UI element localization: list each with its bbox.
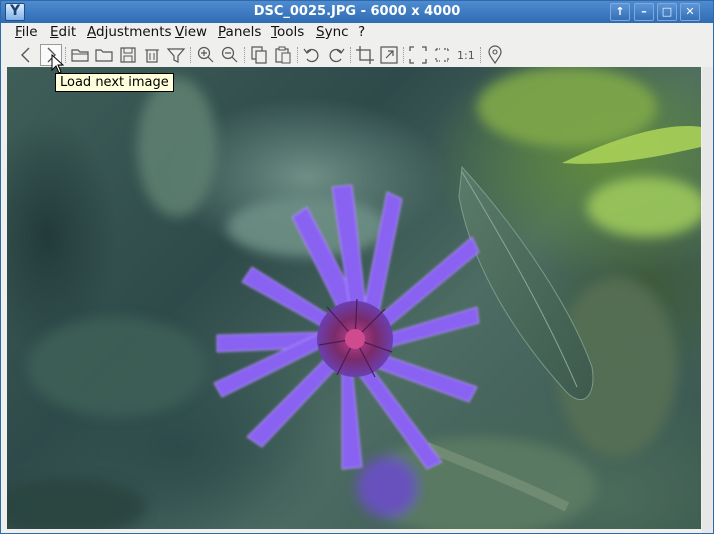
previous-image-icon[interactable] <box>15 44 37 66</box>
toolbar-separator <box>403 47 405 63</box>
save-icon[interactable] <box>117 44 139 66</box>
menu-bar: File Edit Adjustments View Panels Tools … <box>1 23 713 43</box>
fit-icon[interactable] <box>431 44 453 66</box>
zoom-in-icon[interactable] <box>195 44 217 66</box>
menu-help[interactable]: ? <box>358 24 365 40</box>
resize-icon[interactable] <box>378 44 400 66</box>
toolbar-separator <box>244 47 246 63</box>
toolbar-separator <box>65 47 67 63</box>
window-right-border <box>702 67 713 533</box>
filter-icon[interactable] <box>165 44 187 66</box>
actual-size-icon[interactable]: 1:1 <box>455 44 477 66</box>
toolbar-separator <box>480 47 482 63</box>
title-bar[interactable]: DSC_0025.JPG - 6000 x 4000 ↑ – □ ✕ <box>1 1 713 23</box>
toolbar-separator <box>190 47 192 63</box>
location-icon[interactable] <box>484 44 506 66</box>
menu-file[interactable]: File <box>15 24 38 40</box>
mouse-cursor-icon <box>51 54 65 74</box>
toolbar: 1:1 <box>1 43 713 67</box>
menu-adjustments[interactable]: Adjustments <box>87 24 172 40</box>
toolbar-separator <box>297 47 299 63</box>
close-button[interactable]: ✕ <box>680 3 700 21</box>
fullscreen-icon[interactable] <box>407 44 429 66</box>
tooltip: Load next image <box>55 73 174 92</box>
app-window: DSC_0025.JPG - 6000 x 4000 ↑ – □ ✕ File … <box>0 0 714 534</box>
toolbar-separator <box>350 47 352 63</box>
open-icon[interactable] <box>93 44 115 66</box>
menu-view[interactable]: View <box>175 24 207 40</box>
menu-edit[interactable]: Edit <box>50 24 76 40</box>
open-folder-icon[interactable] <box>69 44 91 66</box>
menu-panels[interactable]: Panels <box>218 24 261 40</box>
rotate-left-icon[interactable] <box>301 44 323 66</box>
zoom-out-icon[interactable] <box>219 44 241 66</box>
actual-size-label: 1:1 <box>457 49 475 62</box>
minimize-button[interactable]: – <box>634 3 654 21</box>
menu-tools[interactable]: Tools <box>271 24 304 40</box>
copy-icon[interactable] <box>248 44 270 66</box>
image-viewport[interactable] <box>7 67 701 529</box>
maximize-button[interactable]: □ <box>657 3 677 21</box>
keep-above-button[interactable]: ↑ <box>610 3 630 21</box>
crop-icon[interactable] <box>354 44 376 66</box>
menu-sync[interactable]: Sync <box>316 24 349 40</box>
paste-icon[interactable] <box>272 44 294 66</box>
rotate-right-icon[interactable] <box>325 44 347 66</box>
delete-icon[interactable] <box>141 44 163 66</box>
window-title: DSC_0025.JPG - 6000 x 4000 <box>253 4 461 19</box>
photo-flower <box>7 67 701 529</box>
